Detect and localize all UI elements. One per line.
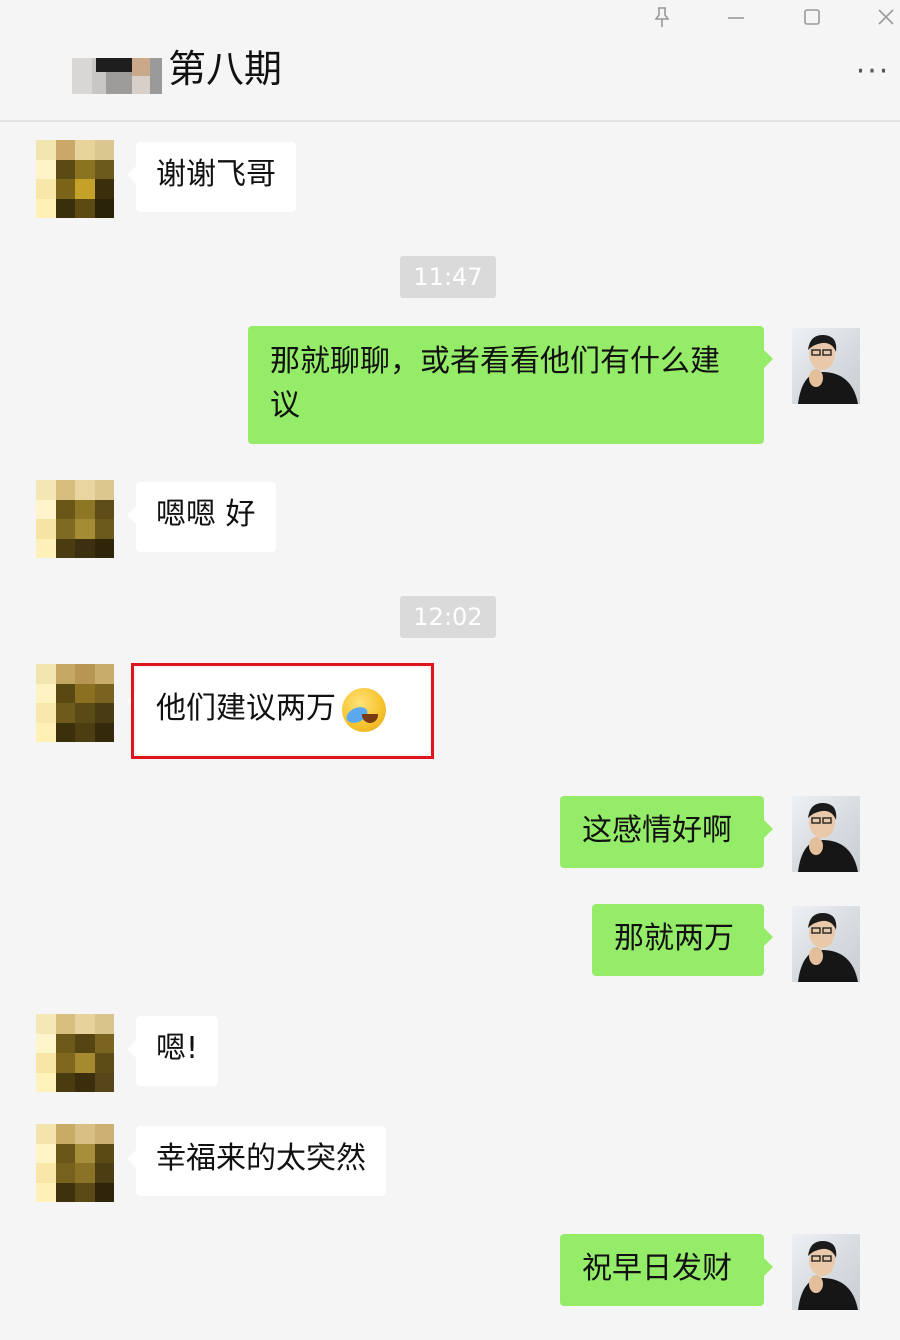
my-avatar[interactable] — [792, 1234, 860, 1310]
outgoing-message-bubble: 这感情好啊 — [560, 796, 773, 868]
contact-avatar[interactable] — [36, 664, 114, 742]
outgoing-message-bubble: 祝早日发财 — [560, 1234, 773, 1306]
contact-avatar[interactable] — [36, 1014, 114, 1092]
my-avatar[interactable] — [792, 328, 860, 404]
highlight-frame — [131, 663, 434, 759]
contact-avatar[interactable] — [36, 140, 114, 218]
incoming-message-bubble: 嗯! — [126, 1016, 219, 1086]
my-avatar[interactable] — [792, 906, 860, 982]
incoming-message-bubble: 幸福来的太突然 — [127, 1126, 386, 1196]
contact-avatar[interactable] — [36, 480, 114, 558]
more-options-button[interactable]: ··· — [850, 57, 896, 96]
message-timestamp: 11:47 — [400, 256, 496, 298]
chat-header: 第八期 ··· — [0, 0, 900, 122]
pin-icon[interactable] — [642, 0, 682, 34]
outgoing-message-bubble: 那就两万 — [592, 904, 773, 976]
incoming-message-bubble: 嗯嗯 好 — [127, 482, 276, 552]
contact-avatar[interactable] — [36, 1124, 114, 1202]
blurred-contact-name — [72, 52, 164, 96]
chat-title: 第八期 — [168, 47, 283, 91]
my-avatar[interactable] — [792, 796, 860, 872]
outgoing-message-bubble: 那就聊聊，或者看看他们有什么建议 — [248, 326, 773, 444]
message-timestamp: 12:02 — [400, 596, 496, 638]
close-icon[interactable] — [866, 0, 900, 34]
maximize-icon[interactable] — [792, 0, 832, 34]
incoming-message-bubble: 谢谢飞哥 — [127, 142, 296, 212]
minimize-icon[interactable] — [716, 0, 756, 34]
